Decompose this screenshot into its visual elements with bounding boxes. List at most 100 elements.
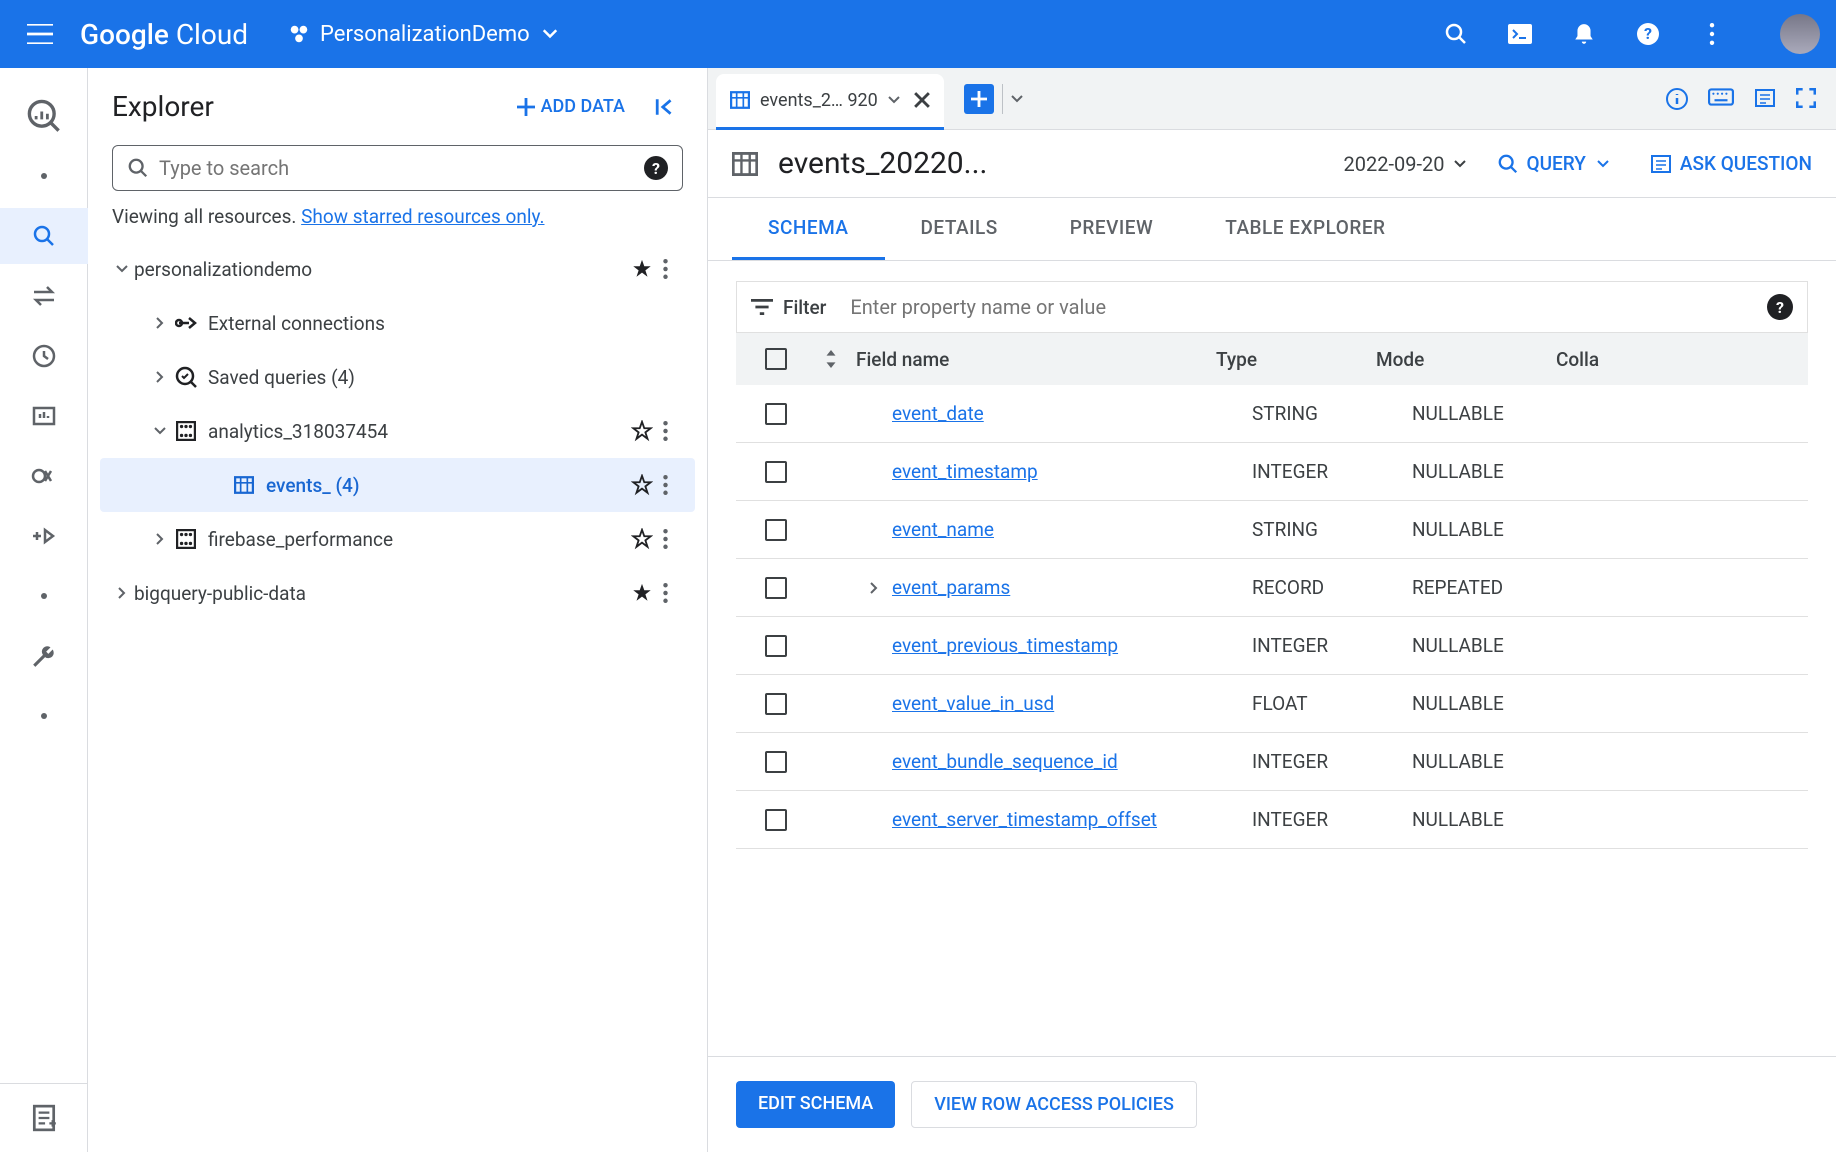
row-checkbox[interactable] (765, 461, 787, 483)
sort-button[interactable] (806, 350, 856, 368)
tree-menu-button[interactable] (663, 529, 695, 549)
field-name-link[interactable]: event_server_timestamp_offset (892, 808, 1157, 831)
tree-external-connections[interactable]: External connections (100, 296, 695, 350)
header-collation[interactable]: Colla (1556, 348, 1798, 371)
row-checkbox[interactable] (765, 577, 787, 599)
search-help-button[interactable]: ? (644, 156, 668, 180)
filter-input[interactable] (850, 295, 1767, 319)
explorer-search[interactable]: ? (112, 145, 683, 191)
more-button[interactable] (1692, 14, 1732, 54)
view-policies-button[interactable]: VIEW ROW ACCESS POLICIES (911, 1081, 1197, 1128)
project-selector[interactable]: PersonalizationDemo (278, 16, 568, 53)
history-button[interactable] (1754, 88, 1776, 110)
rail-notes[interactable] (0, 1083, 87, 1152)
schema-header-row: Field name Type Mode Colla (736, 333, 1808, 385)
info-button[interactable] (1666, 88, 1688, 110)
query-button[interactable]: QUERY (1497, 152, 1610, 175)
field-name-link[interactable]: event_name (892, 518, 994, 541)
chevron-down-icon[interactable] (888, 96, 900, 104)
cloud-shell-button[interactable] (1500, 14, 1540, 54)
row-checkbox[interactable] (765, 635, 787, 657)
select-all-checkbox[interactable] (765, 348, 787, 370)
rail-bigquery[interactable] (16, 88, 72, 144)
tree-menu-button[interactable] (663, 421, 695, 441)
search-input[interactable] (159, 156, 644, 180)
help-button[interactable]: ? (1628, 14, 1668, 54)
search-button[interactable] (1436, 14, 1476, 54)
expand-icon[interactable] (148, 419, 172, 443)
close-tab-button[interactable] (914, 92, 930, 108)
date-selector[interactable]: 2022-09-20 (1344, 152, 1467, 176)
tab-table-explorer[interactable]: TABLE EXPLORER (1189, 198, 1421, 260)
tree-menu-button[interactable] (663, 475, 695, 495)
fullscreen-icon (1796, 88, 1816, 108)
avatar[interactable] (1780, 14, 1820, 54)
rail-dot-3[interactable] (16, 688, 72, 744)
tree-saved-queries[interactable]: Saved queries (4) (100, 350, 695, 404)
row-checkbox[interactable] (765, 403, 787, 425)
collapse-panel-button[interactable] (647, 89, 683, 125)
tab-dropdown-button[interactable] (1011, 95, 1023, 103)
rail-settings[interactable] (16, 628, 72, 684)
star-button[interactable] (631, 582, 663, 604)
rail-dot-2[interactable] (16, 568, 72, 624)
tree-menu-button[interactable] (663, 259, 695, 279)
tree-menu-button[interactable] (663, 583, 695, 603)
header-field-name[interactable]: Field name (856, 348, 1216, 371)
ask-question-button[interactable]: ASK QUESTION (1650, 152, 1812, 175)
row-checkbox[interactable] (765, 809, 787, 831)
logo[interactable]: Google Cloud (80, 18, 248, 51)
keyboard-icon (1708, 88, 1734, 106)
field-name-link[interactable]: event_timestamp (892, 460, 1038, 483)
add-data-label: ADD DATA (541, 96, 625, 117)
expand-icon[interactable] (148, 527, 172, 551)
field-name-link[interactable]: event_date (892, 402, 984, 425)
tree-project-personalization[interactable]: personalizationdemo (100, 242, 695, 296)
tree-table-events[interactable]: events_ (4) (100, 458, 695, 512)
tab-events[interactable]: events_2… 920 (716, 74, 944, 130)
expand-icon[interactable] (110, 581, 134, 605)
rail-scheduled[interactable] (16, 328, 72, 384)
schema-row: event_nameSTRINGNULLABLE (736, 501, 1808, 559)
tree-project-bigquery-public[interactable]: bigquery-public-data (100, 566, 695, 620)
fullscreen-button[interactable] (1796, 88, 1816, 110)
rail-transfers[interactable] (16, 268, 72, 324)
tab-schema[interactable]: SCHEMA (732, 198, 885, 260)
tree-dataset-firebase[interactable]: firebase_performance (100, 512, 695, 566)
field-mode: NULLABLE (1412, 460, 1592, 483)
field-name-link[interactable]: event_bundle_sequence_id (892, 750, 1118, 773)
star-button[interactable] (631, 528, 663, 550)
filter-help-button[interactable]: ? (1767, 294, 1793, 320)
tab-details[interactable]: DETAILS (885, 198, 1034, 260)
table-header: events_20220... 2022-09-20 QUERY ASK QUE… (708, 130, 1836, 198)
row-checkbox[interactable] (765, 693, 787, 715)
show-starred-link[interactable]: Show starred resources only. (301, 205, 544, 228)
field-name-link[interactable]: event_previous_timestamp (892, 634, 1118, 657)
rail-dot-1[interactable] (16, 148, 72, 204)
field-name-link[interactable]: event_value_in_usd (892, 692, 1054, 715)
expand-icon[interactable] (148, 365, 172, 389)
header-type[interactable]: Type (1216, 348, 1376, 371)
keyboard-button[interactable] (1708, 88, 1734, 110)
rail-reservations[interactable] (16, 388, 72, 444)
new-tab-button[interactable] (964, 84, 994, 114)
rail-search[interactable] (0, 208, 88, 264)
tree-dataset-analytics[interactable]: analytics_318037454 (100, 404, 695, 458)
row-checkbox[interactable] (765, 519, 787, 541)
edit-schema-button[interactable]: EDIT SCHEMA (736, 1081, 895, 1128)
tab-preview[interactable]: PREVIEW (1034, 198, 1189, 260)
header-mode[interactable]: Mode (1376, 348, 1556, 371)
star-button[interactable] (631, 420, 663, 442)
add-data-button[interactable]: ADD DATA (507, 88, 635, 125)
expand-field-button[interactable] (856, 582, 892, 594)
star-button[interactable] (631, 474, 663, 496)
menu-button[interactable] (16, 10, 64, 58)
rail-bi-engine[interactable] (16, 448, 72, 504)
rail-migration[interactable] (16, 508, 72, 564)
field-name-link[interactable]: event_params (892, 576, 1010, 599)
star-button[interactable] (631, 258, 663, 280)
notifications-button[interactable] (1564, 14, 1604, 54)
expand-icon[interactable] (110, 257, 134, 281)
row-checkbox[interactable] (765, 751, 787, 773)
expand-icon[interactable] (148, 311, 172, 335)
